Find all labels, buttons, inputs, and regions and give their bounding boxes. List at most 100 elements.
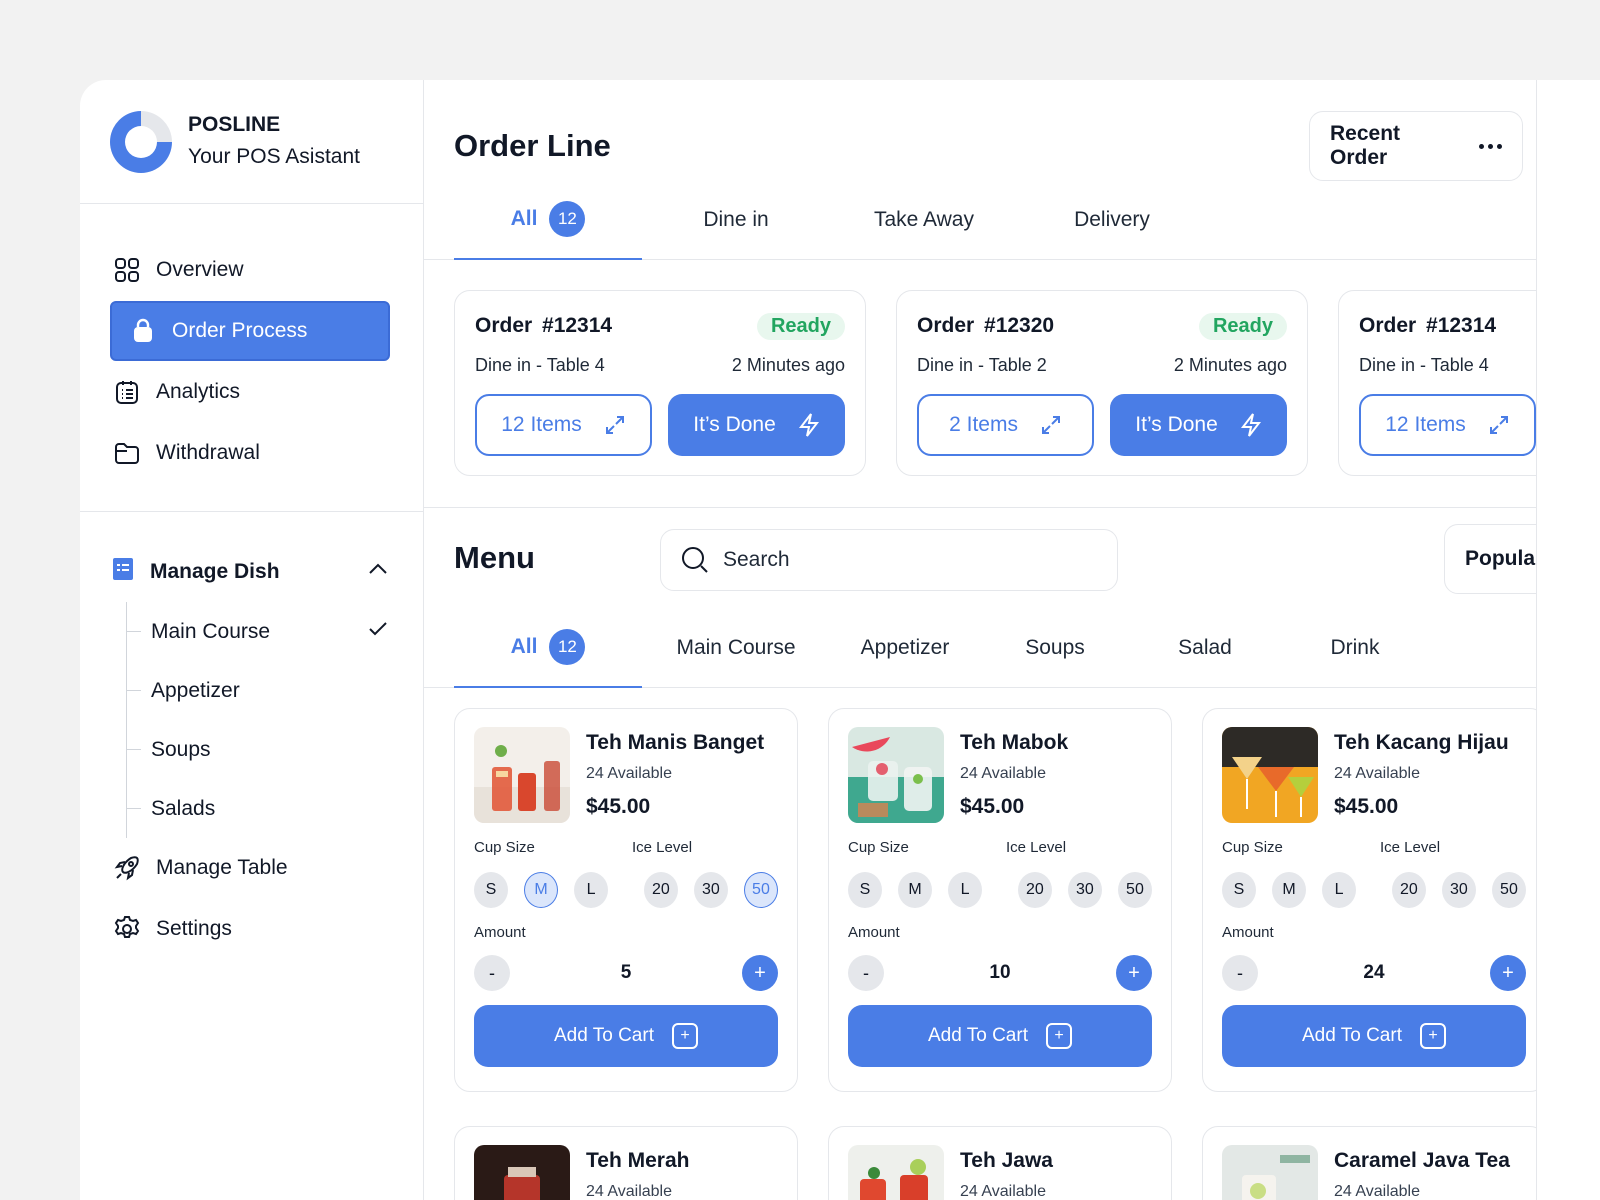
done-button[interactable]: It’s Done — [668, 394, 845, 456]
dish-grid: Teh Manis Banget 24 Available $45.00 Cup… — [454, 708, 1600, 1200]
check-icon — [367, 618, 389, 646]
dish-card: Caramel Java Tea 24 Available — [1202, 1126, 1546, 1200]
cup-size-option[interactable]: M — [1272, 872, 1307, 908]
ice-level-option[interactable]: 20 — [643, 872, 678, 908]
cup-size-option[interactable]: M — [524, 872, 559, 908]
order-time: 2 Minutes ago — [731, 355, 845, 375]
menu-title: Menu — [454, 540, 535, 575]
shopping-bag-icon — [128, 316, 158, 346]
dish-category-salads[interactable]: Salads — [127, 779, 393, 838]
dish-category-soups[interactable]: Soups — [127, 720, 393, 779]
sidebar-item-label: Withdrawal — [156, 441, 260, 464]
done-button[interactable]: It’s Done — [1110, 394, 1287, 456]
tab-all[interactable]: All 12 — [454, 180, 642, 260]
cup-size-option[interactable]: S — [1222, 872, 1257, 908]
sidebar: POSLINE Your POS Asistant Overview Order… — [80, 80, 424, 1200]
count-badge: 12 — [549, 201, 586, 237]
dish-price: $45.00 — [586, 795, 651, 818]
dish-availability: 24 Available — [960, 765, 1046, 782]
decrease-button[interactable]: - — [848, 955, 884, 991]
cup-size-label: Cup Size — [1222, 839, 1283, 856]
add-to-cart-button[interactable]: Add To Cart + — [848, 1005, 1152, 1067]
increase-button[interactable]: + — [1489, 955, 1526, 991]
order-title: Order #12314 — [475, 314, 613, 337]
sidebar-item-label: Overview — [156, 258, 244, 281]
brand-name: POSLINE — [188, 112, 281, 136]
menu-tabs: All 12 Main Course Appetizer Soups Salad… — [424, 608, 1600, 688]
ice-level-option[interactable]: 30 — [1441, 872, 1476, 908]
ice-level-option[interactable]: 30 — [1067, 872, 1102, 908]
increase-button[interactable]: + — [741, 955, 778, 991]
ice-level-option[interactable]: 30 — [693, 872, 728, 908]
manage-dish-toggle[interactable]: Manage Dish — [110, 542, 393, 602]
view-items-button[interactable]: 12 Items — [475, 394, 653, 456]
view-items-button[interactable]: 12 Items — [1359, 394, 1537, 456]
tab-all[interactable]: All 12 — [454, 608, 642, 688]
add-to-cart-button[interactable]: Add To Cart + — [1222, 1005, 1526, 1067]
tab-delivery[interactable]: Delivery — [1018, 180, 1206, 260]
dish-image — [848, 727, 944, 823]
ice-level-option[interactable]: 20 — [1017, 872, 1052, 908]
tab-take-away[interactable]: Take Away — [830, 180, 1018, 260]
order-tabs: All 12 Dine in Take Away Delivery — [424, 180, 1600, 260]
cup-size-option[interactable]: S — [474, 872, 508, 908]
cup-size-option[interactable]: L — [1322, 872, 1357, 908]
quantity-value: 5 — [620, 962, 632, 983]
increase-button[interactable]: + — [1115, 955, 1152, 991]
dish-category-appetizer[interactable]: Appetizer — [127, 661, 393, 720]
recent-order-button[interactable]: Recent Order — [1309, 111, 1523, 181]
dish-name: Teh Kacang Hijau — [1334, 731, 1509, 754]
clipboard-list-icon — [112, 377, 142, 407]
cup-size-option[interactable]: S — [848, 872, 883, 908]
ice-level-option[interactable]: 50 — [1117, 872, 1152, 908]
dish-card: Teh Mabok 24 Available $45.00 Cup Size I… — [828, 708, 1172, 1092]
sidebar-item-analytics[interactable]: Analytics — [110, 362, 393, 422]
tab-drink[interactable]: Drink — [1280, 608, 1430, 688]
dish-availability: 24 Available — [586, 1183, 672, 1200]
sidebar-item-order-process[interactable]: Order Process — [110, 301, 390, 361]
ice-level-option[interactable]: 50 — [1491, 872, 1526, 908]
search-input[interactable]: Search — [660, 529, 1118, 591]
order-card: Order #12320 Ready Dine in - Table 2 2 M… — [896, 290, 1308, 476]
quantity-value: 24 — [1363, 962, 1385, 983]
search-placeholder: Search — [723, 548, 790, 571]
sidebar-item-label: Manage Table — [156, 856, 288, 879]
cup-size-option[interactable]: M — [898, 872, 933, 908]
sidebar-item-withdrawal[interactable]: Withdrawal — [110, 423, 393, 483]
dish-availability: 24 Available — [960, 1183, 1046, 1200]
dish-image — [474, 727, 570, 823]
rocket-icon — [112, 853, 142, 883]
page-title: Order Line — [454, 128, 611, 163]
decrease-button[interactable]: - — [1222, 955, 1258, 991]
menu-book-icon — [110, 556, 140, 588]
cup-size-option[interactable]: L — [948, 872, 983, 908]
tab-appetizer[interactable]: Appetizer — [830, 608, 980, 688]
lightning-icon — [798, 413, 819, 437]
sidebar-item-manage-table[interactable]: Manage Table — [110, 838, 393, 898]
dish-image — [474, 1145, 570, 1200]
manage-dish-title: Manage Dish — [150, 560, 280, 583]
ice-level-option[interactable]: 50 — [743, 872, 778, 908]
dish-category-main-course[interactable]: Main Course — [127, 602, 393, 661]
sidebar-item-label: Order Process — [172, 319, 308, 342]
cup-size-option[interactable]: L — [574, 872, 609, 908]
order-table: Dine in - Table 2 — [917, 355, 1047, 375]
right-panel-edge — [1536, 80, 1600, 1200]
plus-square-icon: + — [671, 1023, 698, 1049]
tab-dine-in[interactable]: Dine in — [642, 180, 830, 260]
tab-soups[interactable]: Soups — [980, 608, 1130, 688]
tab-salad[interactable]: Salad — [1130, 608, 1280, 688]
sidebar-item-overview[interactable]: Overview — [110, 240, 393, 300]
manage-dish-section: Manage Dish Main Course Appetizer Soups … — [80, 512, 423, 838]
search-icon — [682, 547, 708, 573]
view-items-button[interactable]: 2 Items — [917, 394, 1095, 456]
main-nav: Overview Order Process Analytics Withdra… — [80, 204, 423, 512]
dish-price: $45.00 — [1334, 795, 1399, 818]
tab-main-course[interactable]: Main Course — [642, 608, 830, 688]
decrease-button[interactable]: - — [474, 955, 510, 991]
ice-level-option[interactable]: 20 — [1391, 872, 1426, 908]
dish-name: Teh Manis Banget — [586, 731, 765, 754]
sidebar-item-settings[interactable]: Settings — [110, 899, 393, 959]
dish-image — [1222, 1145, 1318, 1200]
add-to-cart-button[interactable]: Add To Cart + — [474, 1005, 778, 1067]
